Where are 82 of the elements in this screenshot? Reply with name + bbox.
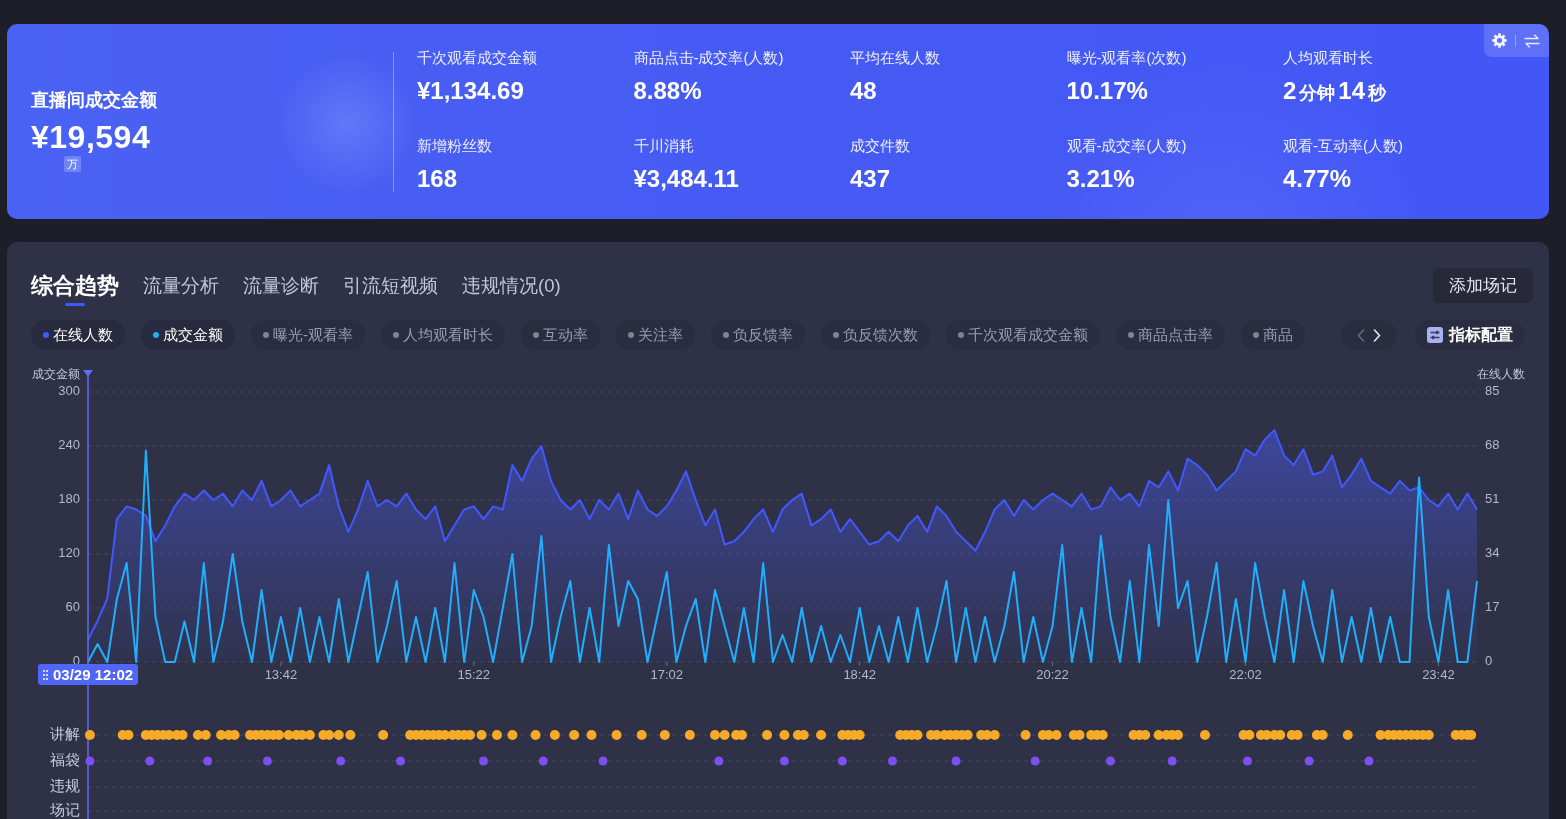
axis-label: 15:22 bbox=[457, 667, 491, 683]
legend-dot-icon bbox=[628, 332, 634, 338]
metric-value: ¥3,484.11 bbox=[633, 166, 739, 192]
metric-chip[interactable]: 负反馈次数 bbox=[821, 320, 930, 350]
tab[interactable]: 引流短视频 bbox=[343, 268, 438, 306]
track-label: 场记 bbox=[50, 800, 80, 818]
metric-label: 曝光-观看率(次数) bbox=[1066, 48, 1187, 68]
axis-label: 60 bbox=[65, 599, 80, 615]
metric-chip[interactable]: 成交金额 bbox=[141, 320, 235, 350]
add-note-button[interactable]: 添加场记 bbox=[1433, 268, 1533, 303]
summary-value: ¥19,594 bbox=[31, 118, 151, 156]
axis-label: 17 bbox=[1485, 599, 1500, 615]
metric-label: 商品点击-成交率(人数) bbox=[633, 48, 784, 68]
tab[interactable]: 综合趋势 bbox=[31, 268, 119, 306]
tab[interactable]: 流量诊断 bbox=[243, 268, 319, 306]
legend-dot-icon bbox=[393, 332, 399, 338]
legend-dot-icon bbox=[1253, 332, 1259, 338]
metric-chip[interactable]: 千次观看成交金额 bbox=[946, 320, 1100, 350]
metric-chip[interactable]: 曝光-观看率 bbox=[251, 320, 365, 350]
chevron-left-icon bbox=[1357, 328, 1365, 342]
axis-label: 240 bbox=[58, 437, 80, 453]
track-label: 福袋 bbox=[50, 750, 80, 768]
axis-label: 18:42 bbox=[843, 667, 876, 683]
next-button[interactable] bbox=[1373, 328, 1381, 342]
axis-label: 22:02 bbox=[1229, 667, 1262, 683]
legend-dot-icon bbox=[533, 332, 539, 338]
axis-label: 13:42 bbox=[264, 667, 298, 683]
metric-label: 观看-成交率(人数) bbox=[1066, 136, 1187, 156]
metric-chip[interactable]: 关注率 bbox=[616, 320, 695, 350]
track-label: 讲解 bbox=[50, 724, 80, 742]
metric-value: 3.21% bbox=[1066, 166, 1135, 192]
metric-config-button[interactable]: 指标配置 bbox=[1415, 320, 1525, 350]
metric-chip[interactable]: 商品点击率 bbox=[1116, 320, 1225, 350]
time-cursor-handle[interactable]: 03/29 12:02 bbox=[38, 664, 139, 685]
axis-title: 在线人数 bbox=[1477, 367, 1525, 382]
settings-icon[interactable] bbox=[1492, 33, 1507, 48]
legend-dot-icon bbox=[958, 332, 964, 338]
metric-value: 10.17% bbox=[1066, 78, 1148, 104]
axis-label: 23:42 bbox=[1422, 667, 1455, 683]
sliders-icon bbox=[1427, 327, 1443, 343]
metric-value: ¥1,134.69 bbox=[417, 78, 524, 104]
metric-label: 千川消耗 bbox=[633, 136, 694, 156]
axis-label: 17:02 bbox=[650, 667, 683, 683]
axis-label: 120 bbox=[58, 545, 80, 561]
metric-label: 新增粉丝数 bbox=[417, 136, 492, 156]
metric-label: 千次观看成交金额 bbox=[417, 48, 537, 68]
axis-label: 85 bbox=[1485, 383, 1500, 399]
grip-icon bbox=[43, 669, 48, 680]
legend-dot-icon bbox=[263, 332, 269, 338]
axis-label: 51 bbox=[1485, 491, 1500, 507]
axis-label: 34 bbox=[1485, 545, 1500, 561]
metric-value: 48 bbox=[850, 78, 877, 104]
metric-value: 2分钟 14秒 bbox=[1283, 78, 1388, 106]
tab[interactable]: 流量分析 bbox=[143, 268, 219, 306]
chevron-right-icon bbox=[1373, 328, 1381, 342]
metric-label: 人均观看时长 bbox=[1283, 48, 1373, 68]
legend-dot-icon bbox=[1128, 332, 1134, 338]
metric-chip[interactable]: 在线人数 bbox=[31, 320, 125, 350]
metric-value: 8.88% bbox=[633, 78, 702, 104]
metric-chip[interactable]: 负反馈率 bbox=[711, 320, 805, 350]
summary-title: 直播间成交金额 bbox=[31, 89, 157, 112]
metric-label: 观看-互动率(人数) bbox=[1283, 136, 1403, 156]
legend-dot-icon bbox=[833, 332, 839, 338]
metric-chip[interactable]: 互动率 bbox=[521, 320, 600, 350]
metric-label: 平均在线人数 bbox=[850, 48, 940, 68]
axis-label: 180 bbox=[58, 491, 80, 507]
metric-chip[interactable]: 商品 bbox=[1241, 320, 1305, 350]
swap-icon[interactable] bbox=[1524, 33, 1540, 48]
track-label: 违规 bbox=[50, 776, 80, 794]
tab[interactable]: 违规情况(0) bbox=[462, 268, 561, 306]
metric-value: 4.77% bbox=[1283, 166, 1352, 192]
metric-chip[interactable]: 人均观看时长 bbox=[381, 320, 505, 350]
legend-dot-icon bbox=[723, 332, 729, 338]
axis-title: 成交金额 bbox=[32, 367, 80, 382]
unit-badge: 万 bbox=[64, 156, 81, 172]
axis-label: 68 bbox=[1485, 437, 1500, 453]
metric-value: 168 bbox=[417, 166, 458, 192]
metric-value: 437 bbox=[850, 166, 891, 192]
axis-label: 20:22 bbox=[1036, 667, 1069, 683]
axis-label: 300 bbox=[58, 383, 80, 399]
metric-label: 成交件数 bbox=[850, 136, 910, 156]
axis-label: 0 bbox=[1485, 653, 1493, 669]
